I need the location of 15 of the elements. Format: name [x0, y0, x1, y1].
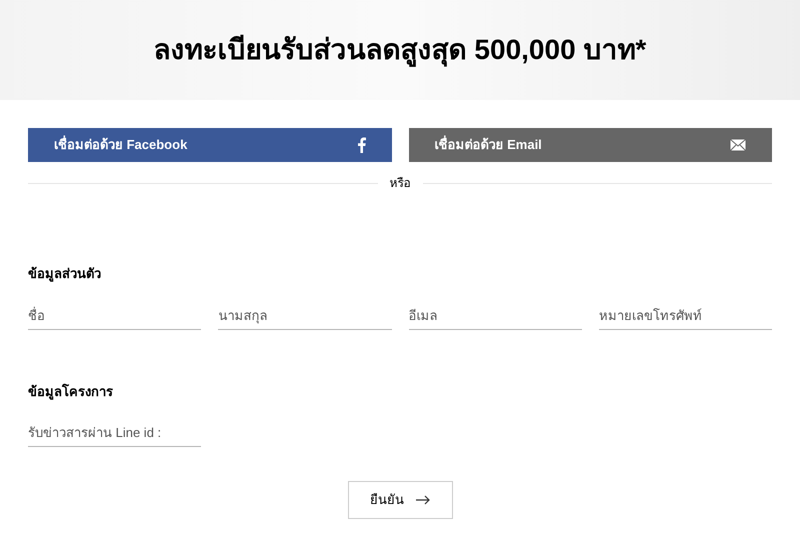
arrow-right-icon — [416, 495, 430, 505]
divider-label: หรือ — [390, 175, 410, 192]
input-field[interactable]: ชื่อ — [28, 302, 202, 330]
facebook-icon — [356, 137, 366, 153]
section-heading: ข้อมูลโครงการ — [28, 382, 114, 401]
input-field[interactable]: รับข่าวสารผ่าน Line id : — [28, 419, 202, 447]
page-title: ลงทะเบียนรับส่วนลดสูงสุด 500,000 บาท* — [154, 33, 646, 69]
section-heading: ข้อมูลส่วนตัว — [28, 265, 102, 284]
input-field[interactable]: หมายเลขโทรศัพท์ — [598, 302, 772, 330]
connect-button[interactable]: เชื่อมต่อด้วย Facebook — [28, 128, 392, 162]
input-field[interactable]: นามสกุล — [218, 302, 392, 330]
submit-button[interactable]: ยืนยัน — [348, 481, 452, 519]
envelope-icon — [730, 139, 746, 151]
input-field[interactable]: อีเมล — [408, 302, 582, 330]
connect-button[interactable]: เชื่อมต่อด้วย Email — [408, 128, 772, 162]
